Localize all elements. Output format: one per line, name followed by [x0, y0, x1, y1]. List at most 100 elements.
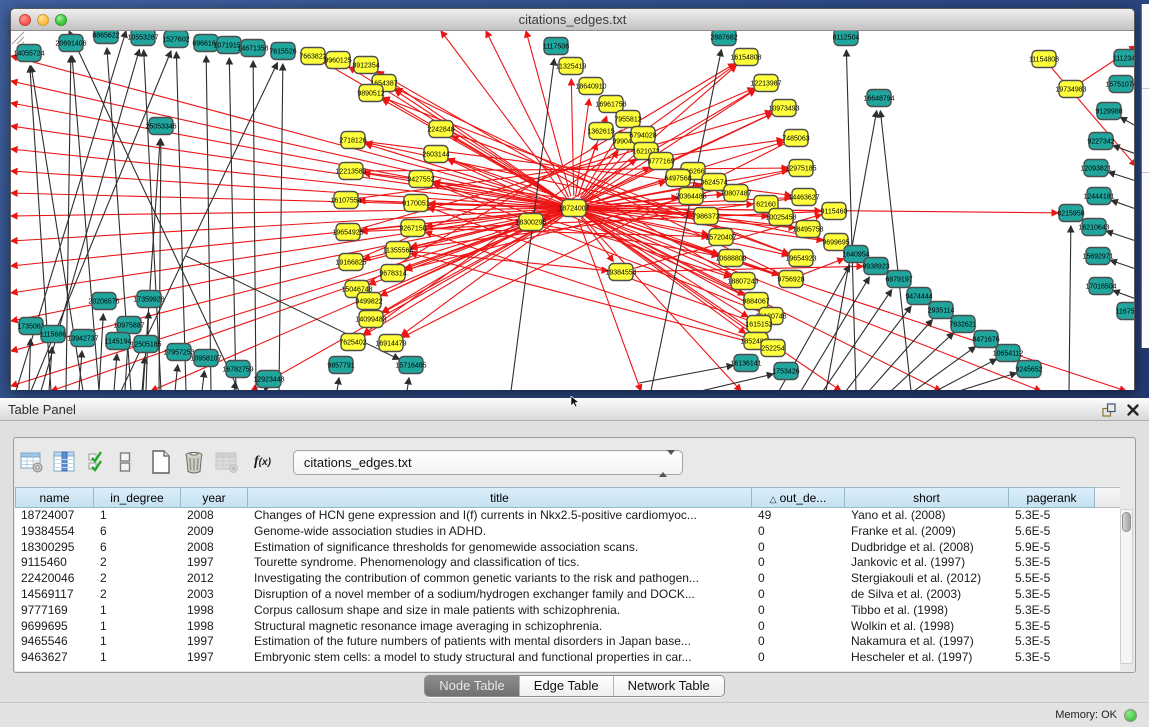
close-panel-icon[interactable] [1125, 402, 1141, 418]
graph-edge[interactable] [202, 371, 204, 390]
table-cell[interactable]: Jankovic et al. (1997) [845, 555, 1009, 571]
window-resize-grip[interactable] [11, 31, 25, 45]
graph-edge[interactable] [1108, 172, 1134, 181]
table-cell[interactable]: 5.9E-5 [1009, 540, 1095, 556]
table-cell[interactable]: 5.3E-5 [1009, 603, 1095, 619]
table-row[interactable]: 1938455462009Genome-wide association stu… [15, 524, 1120, 540]
table-cell[interactable]: Embryonic stem cells: a model to study s… [248, 650, 752, 666]
tab-network-table[interactable]: Network Table [613, 676, 724, 696]
table-cell[interactable]: Changes of HCN gene expression and I(f) … [248, 508, 752, 524]
table-vertical-scrollbar[interactable] [1120, 509, 1133, 664]
table-cell[interactable]: 5.3E-5 [1009, 634, 1095, 650]
table-cell[interactable]: Yano et al. (2008) [845, 508, 1009, 524]
graph-edge[interactable] [99, 314, 103, 390]
column-header-out_de[interactable]: △out_de... [752, 487, 845, 508]
table-cell[interactable]: Investigating the contribution of common… [248, 571, 752, 587]
graph-edge[interactable] [639, 365, 733, 383]
table-cell[interactable]: Tourette syndrome. Phenomenology and cla… [248, 555, 752, 571]
graph-edge[interactable] [578, 219, 641, 390]
table-cell[interactable]: 5.3E-5 [1009, 619, 1095, 635]
table-cell[interactable]: Wolkin et al. (1998) [845, 619, 1009, 635]
table-selector-dropdown[interactable]: citations_edges.txt [293, 450, 683, 475]
delete-table-disabled-icon[interactable] [213, 449, 240, 476]
table-cell[interactable]: 9777169 [15, 603, 94, 619]
table-cell[interactable]: 0 [752, 603, 845, 619]
table-cell[interactable]: 2008 [181, 540, 248, 556]
table-cell[interactable]: 1 [94, 619, 181, 635]
table-cell[interactable]: 22420046 [15, 571, 94, 587]
graph-edge[interactable] [279, 64, 283, 390]
float-panel-icon[interactable] [1101, 402, 1117, 418]
table-cell[interactable]: Estimation of significance thresholds fo… [248, 540, 752, 556]
table-row[interactable]: 1872400712008Changes of HCN gene express… [15, 508, 1120, 524]
table-settings-icon[interactable] [18, 449, 45, 476]
table-cell[interactable]: 1997 [181, 634, 248, 650]
table-cell[interactable]: Estimation of the future numbers of pati… [248, 634, 752, 650]
table-cell[interactable]: 2012 [181, 571, 248, 587]
table-cell[interactable]: 2 [94, 555, 181, 571]
scrollbar-thumb[interactable] [1122, 512, 1131, 532]
table-cell[interactable]: 18300295 [15, 540, 94, 556]
column-header-pagerank[interactable]: pagerank [1009, 487, 1095, 508]
table-cell[interactable]: Tibbo et al. (1998) [845, 603, 1009, 619]
table-cell[interactable]: 2 [94, 571, 181, 587]
table-cell[interactable]: 6 [94, 524, 181, 540]
table-cell[interactable]: 0 [752, 540, 845, 556]
graph-edge[interactable] [1110, 260, 1134, 269]
graph-edge[interactable] [175, 365, 178, 390]
table-cell[interactable]: Structural magnetic resonance image aver… [248, 619, 752, 635]
table-cell[interactable]: 14569117 [15, 587, 94, 603]
table-cell[interactable]: 0 [752, 619, 845, 635]
table-cell[interactable]: 5.5E-5 [1009, 571, 1095, 587]
table-cell[interactable]: 1 [94, 603, 181, 619]
graph-edge[interactable] [1113, 291, 1134, 299]
table-row[interactable]: 946362711997Embryonic stem cells: a mode… [15, 650, 1120, 666]
tab-edge-table[interactable]: Edge Table [519, 676, 613, 696]
graph-edge[interactable] [959, 373, 1017, 390]
table-cell[interactable]: 5.3E-5 [1009, 587, 1095, 603]
column-header-short[interactable]: short [845, 487, 1009, 508]
function-builder-icon[interactable]: f(x) [254, 454, 271, 470]
table-cell[interactable]: Hescheler et al. (1997) [845, 650, 1009, 666]
table-cell[interactable]: 49 [752, 508, 845, 524]
table-cell[interactable]: 1 [94, 508, 181, 524]
table-cell[interactable]: 5.3E-5 [1009, 650, 1095, 666]
table-row[interactable]: 969969511998Structural magnetic resonanc… [15, 619, 1120, 635]
graph-edge[interactable] [114, 354, 117, 390]
network-canvas[interactable]: 1872400714055724206914068865622105532871… [11, 31, 1134, 390]
table-cell[interactable]: 9115460 [15, 555, 94, 571]
table-cell[interactable]: Corpus callosum shape and size in male p… [248, 603, 752, 619]
table-row[interactable]: 946554611997Estimation of the future num… [15, 634, 1120, 650]
tab-node-table[interactable]: Node Table [425, 676, 519, 696]
table-row[interactable]: 1830029562008Estimation of significance … [15, 540, 1120, 556]
table-cell[interactable]: 0 [752, 524, 845, 540]
table-cell[interactable]: 0 [752, 571, 845, 587]
graph-edge[interactable] [229, 58, 236, 390]
graph-edge[interactable] [1069, 226, 1071, 390]
table-cell[interactable]: 9465546 [15, 634, 94, 650]
graph-edge[interactable] [936, 359, 997, 390]
graph-edge[interactable] [411, 253, 762, 345]
table-cell[interactable]: 2003 [181, 587, 248, 603]
column-header-title[interactable]: title [248, 487, 752, 508]
table-cell[interactable]: 5.3E-5 [1009, 555, 1095, 571]
graph-edge[interactable] [337, 378, 339, 390]
table-cell[interactable]: 1997 [181, 555, 248, 571]
table-cell[interactable]: 19384554 [15, 524, 94, 540]
graph-edge[interactable] [846, 50, 856, 390]
new-table-icon[interactable] [147, 449, 174, 476]
table-cell[interactable]: 1 [94, 634, 181, 650]
table-cell[interactable]: 5.3E-5 [1009, 508, 1095, 524]
table-cell[interactable]: 0 [752, 634, 845, 650]
graph-edge[interactable] [1120, 117, 1134, 126]
table-cell[interactable]: Dudbridge et al. (2008) [845, 540, 1009, 556]
table-row[interactable]: 911546021997Tourette syndrome. Phenomeno… [15, 555, 1120, 571]
graph-edge[interactable] [1111, 200, 1134, 209]
table-cell[interactable]: 0 [752, 555, 845, 571]
network-window-titlebar[interactable]: citations_edges.txt [11, 9, 1134, 31]
table-cell[interactable]: 0 [752, 587, 845, 603]
column-header-name[interactable]: name [15, 487, 94, 508]
import-checks-icon[interactable] [84, 449, 111, 476]
table-cell[interactable]: 5.6E-5 [1009, 524, 1095, 540]
column-header-in_degree[interactable]: in_degree [94, 487, 181, 508]
